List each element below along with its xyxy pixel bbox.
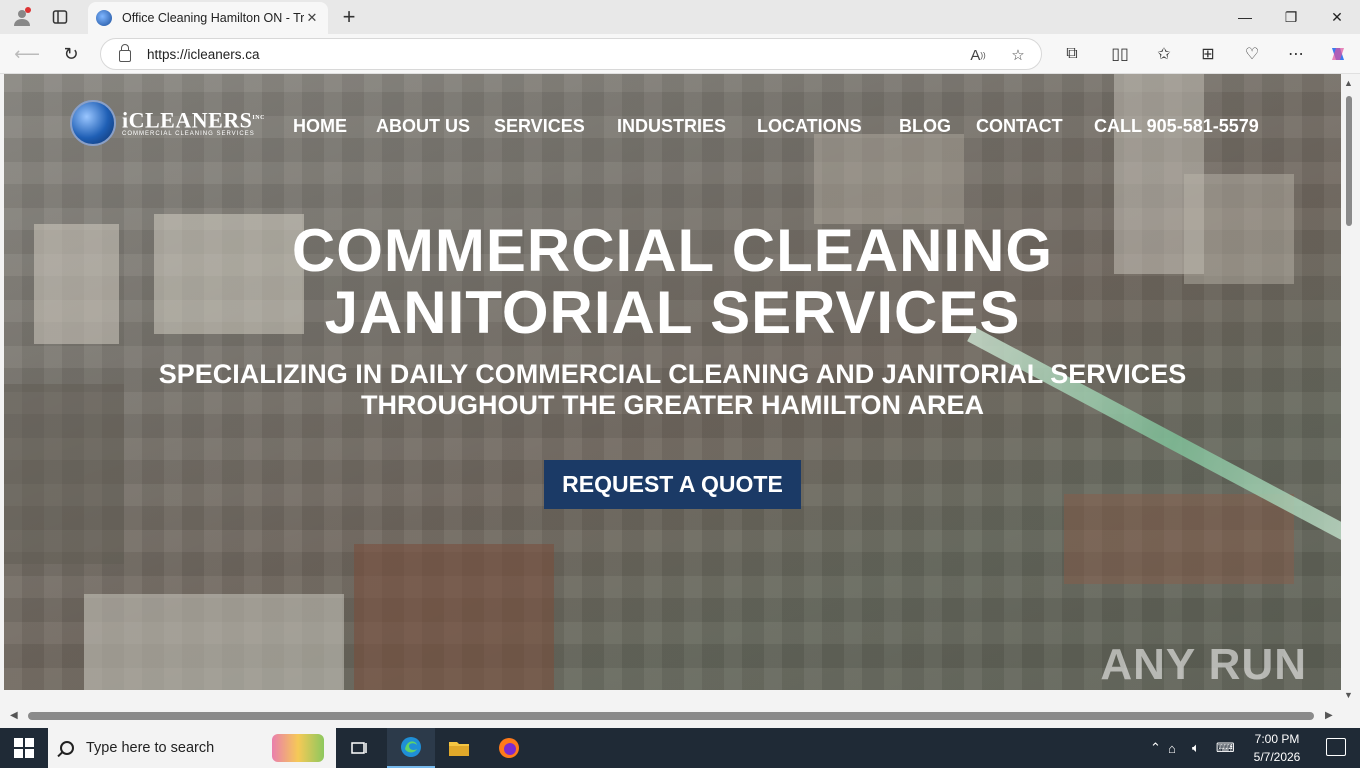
logo-name: iCLEANERS — [122, 107, 253, 133]
request-quote-button[interactable]: REQUEST A QUOTE — [544, 460, 801, 509]
browser-toolbar: ⟵ ↻ https://icleaners.ca A)) ☆ ⧉ ▯▯ ✩ ⊞ … — [0, 34, 1360, 74]
split-screen-icon[interactable]: ▯▯ — [1106, 42, 1134, 66]
nav-services[interactable]: SERVICES — [494, 116, 585, 137]
notification-icon[interactable] — [1326, 738, 1346, 756]
file-explorer-icon[interactable] — [435, 728, 483, 768]
building-shape — [84, 594, 344, 690]
extensions-icon[interactable]: ⧉ — [1058, 42, 1086, 66]
new-tab-button[interactable]: + — [336, 4, 362, 30]
url-text: https://icleaners.ca — [147, 46, 260, 62]
back-button[interactable]: ⟵ — [12, 40, 42, 68]
building-shape — [814, 134, 964, 224]
lock-icon[interactable] — [119, 44, 131, 62]
logo-globe-icon — [70, 100, 116, 146]
taskbar-search[interactable]: Type here to search — [48, 728, 336, 768]
horizontal-scrollbar[interactable]: ◀ ▶ — [4, 706, 1341, 726]
profile-icon[interactable] — [8, 4, 36, 30]
nav-call-phone[interactable]: CALL 905-581-5579 — [1094, 116, 1259, 137]
nav-locations[interactable]: LOCATIONS — [757, 116, 862, 137]
tab-actions-icon[interactable] — [46, 4, 74, 30]
language-icon[interactable]: ⌨ — [1216, 740, 1240, 756]
edge-icon[interactable] — [387, 728, 435, 768]
favorite-star-icon[interactable]: ☆ — [1005, 43, 1031, 67]
nav-contact[interactable]: CONTACT — [976, 116, 1063, 137]
tab-close-icon[interactable]: ✕ — [304, 10, 320, 26]
tab-title: Office Cleaning Hamilton ON - Tr — [122, 11, 304, 25]
minimize-button[interactable]: — — [1222, 0, 1268, 34]
search-highlight-icon — [272, 734, 324, 762]
read-aloud-icon[interactable]: A)) — [965, 43, 991, 67]
scroll-left-icon[interactable]: ◀ — [10, 710, 18, 721]
close-window-button[interactable]: ✕ — [1314, 0, 1360, 34]
scroll-up-icon[interactable]: ▲ — [1344, 78, 1353, 88]
tab-bar: Office Cleaning Hamilton ON - Tr ✕ + — ❐… — [0, 0, 1360, 34]
search-placeholder: Type here to search — [86, 740, 215, 756]
firefox-icon[interactable] — [485, 728, 533, 768]
hero-headline-line1: COMMERCIAL CLEANING — [291, 217, 1054, 284]
clock-time: 7:00 PM — [1254, 732, 1300, 746]
hero-headline-line2: JANITORIAL SERVICES — [324, 279, 1021, 346]
logo-subtitle: COMMERCIAL CLEANING SERVICES — [122, 131, 255, 138]
task-view-icon[interactable] — [336, 728, 384, 768]
clock-date: 5/7/2026 — [1253, 750, 1301, 764]
nav-home[interactable]: HOME — [293, 116, 347, 137]
horizontal-scroll-thumb[interactable] — [28, 712, 1314, 720]
hero-subhead-line2: THROUGHOUT THE GREATER HAMILTON AREA — [361, 390, 984, 420]
nav-blog[interactable]: BLOG — [899, 116, 951, 137]
refresh-button[interactable]: ↻ — [56, 40, 86, 68]
restore-button[interactable]: ❐ — [1268, 0, 1314, 34]
building-shape — [1064, 494, 1294, 584]
heart-pulse-icon[interactable]: ♡ — [1238, 42, 1266, 66]
system-tray: ⌃ ⌂ 🔈︎ ⌨ — [1150, 728, 1240, 768]
windows-taskbar: Type here to search ⌃ ⌂ 🔈︎ ⌨ 7:00 PM 5/7… — [0, 728, 1360, 768]
copilot-icon[interactable] — [1324, 42, 1352, 66]
page-viewport: iCLEANERSINC COMMERCIAL CLEANING SERVICE… — [4, 74, 1341, 690]
logo-mark: INC — [252, 114, 265, 121]
scroll-right-icon[interactable]: ▶ — [1325, 710, 1333, 721]
address-bar[interactable]: https://icleaners.ca A)) ☆ — [100, 38, 1042, 70]
nav-about-us[interactable]: ABOUT US — [376, 116, 470, 137]
site-favicon-icon — [96, 10, 112, 26]
search-icon — [60, 741, 74, 755]
chevron-up-icon[interactable]: ⌃ — [1150, 740, 1168, 756]
nav-industries[interactable]: INDUSTRIES — [617, 116, 726, 137]
vertical-scroll-thumb[interactable] — [1346, 96, 1352, 226]
start-button[interactable] — [0, 728, 48, 768]
favorites-icon[interactable]: ✩ — [1150, 42, 1178, 66]
anyrun-watermark: ANY RUN — [1100, 640, 1307, 689]
browser-tab[interactable]: Office Cleaning Hamilton ON - Tr ✕ — [88, 2, 328, 34]
volume-icon[interactable]: 🔈︎ — [1192, 740, 1216, 756]
vertical-scrollbar[interactable]: ▲ ▼ — [1341, 74, 1360, 704]
taskbar-clock[interactable]: 7:00 PM 5/7/2026 — [1242, 730, 1312, 766]
collections-icon[interactable]: ⊞ — [1194, 42, 1222, 66]
network-icon[interactable]: ⌂ — [1168, 741, 1192, 756]
site-logo[interactable]: iCLEANERSINC COMMERCIAL CLEANING SERVICE… — [70, 100, 265, 146]
building-shape — [354, 544, 554, 690]
more-icon[interactable]: ⋯ — [1282, 42, 1310, 66]
windows-logo-icon — [14, 738, 23, 747]
scroll-down-icon[interactable]: ▼ — [1344, 690, 1353, 700]
hero-subhead-line1: SPECIALIZING IN DAILY COMMERCIAL CLEANIN… — [158, 359, 1187, 389]
